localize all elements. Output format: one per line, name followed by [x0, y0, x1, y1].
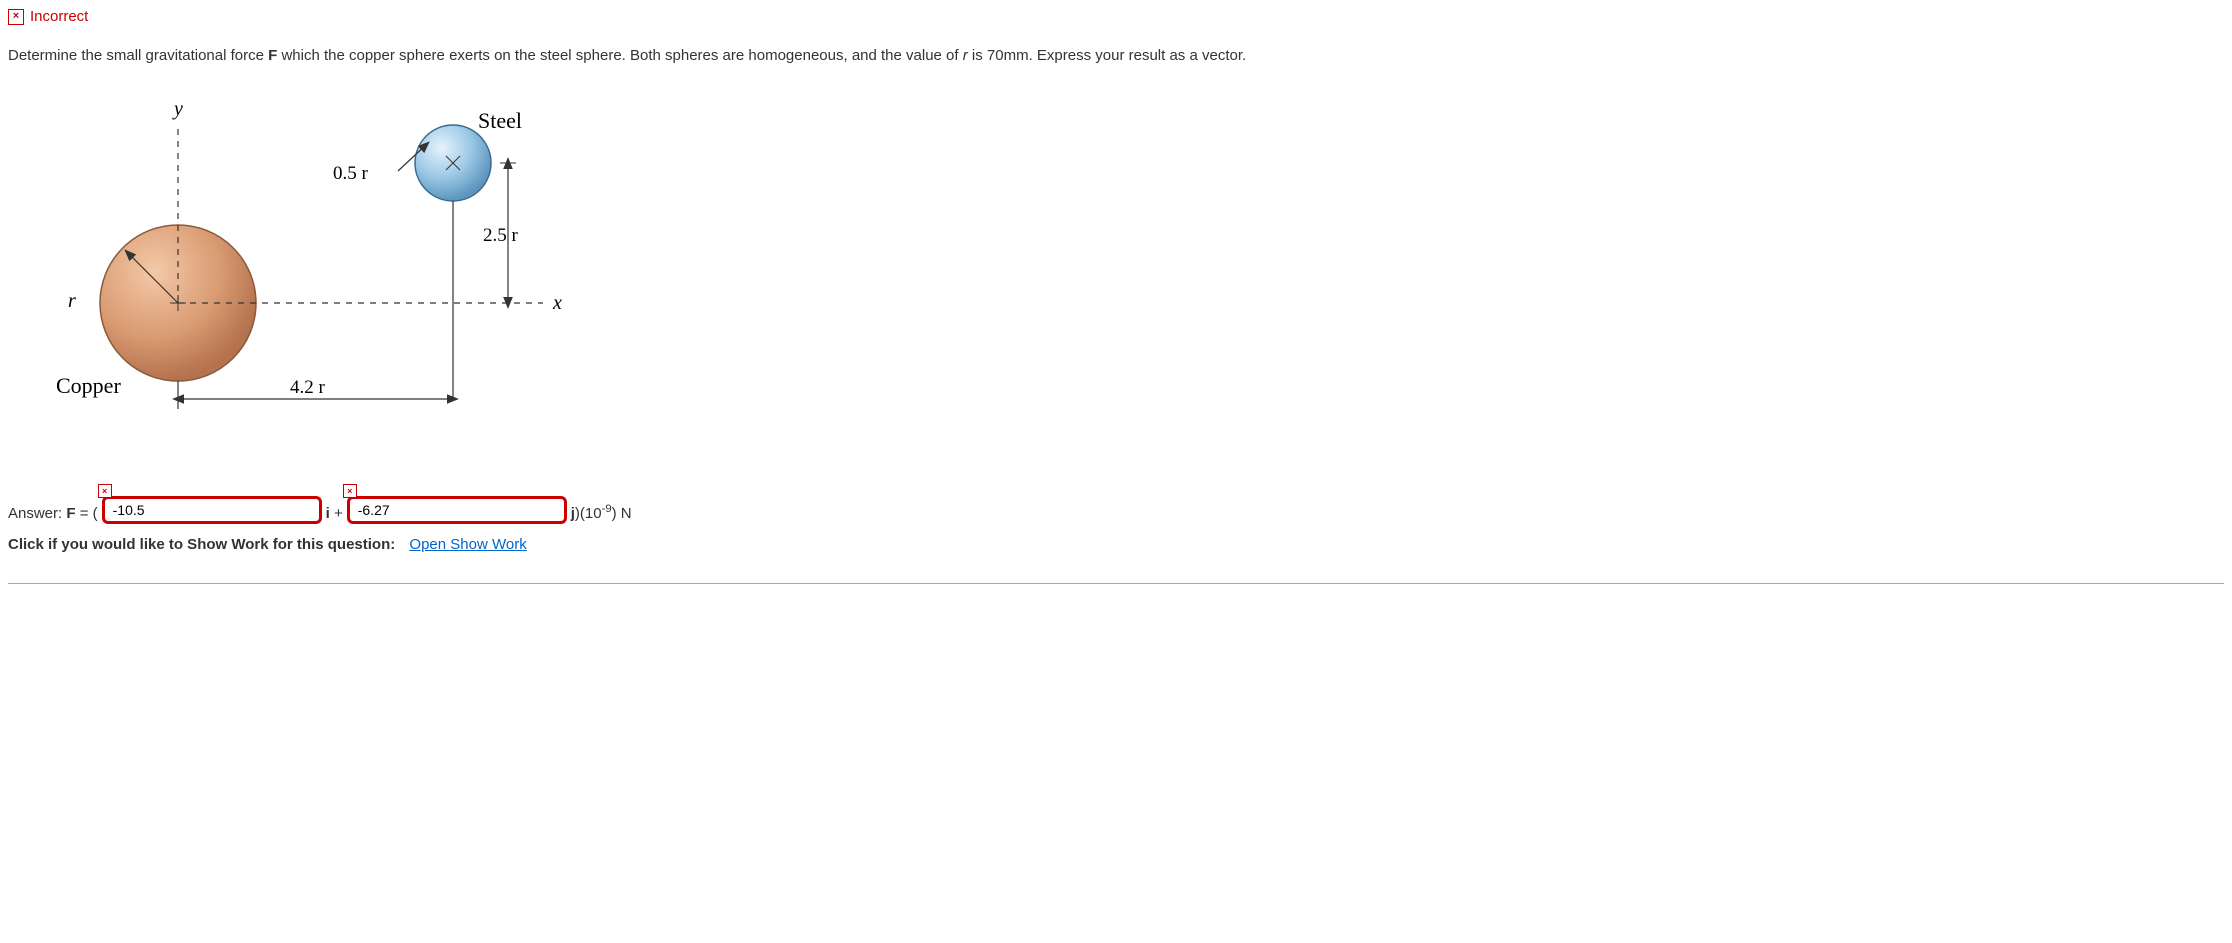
open-show-work-link[interactable]: Open Show Work	[409, 536, 526, 553]
input-2-wrap: ×	[347, 496, 567, 524]
status-text: Incorrect	[30, 8, 88, 25]
answer-equals: = (	[76, 505, 98, 522]
r-label: r	[68, 290, 76, 312]
diagram: y x r Copper Steel 0.5 r 2.5 r 4.2 r	[28, 93, 2224, 456]
answer-input-i[interactable]	[102, 496, 322, 524]
dim-05r: 0.5 r	[333, 163, 369, 184]
status-line: × Incorrect	[8, 8, 2224, 25]
dim-25r: 2.5 r	[483, 225, 519, 246]
answer-row: Answer: F = ( × i + × j)(10-9) N	[8, 496, 2224, 524]
question-bold-F: F	[268, 47, 277, 64]
answer-F: F	[66, 505, 75, 522]
question-part2: which the copper sphere exerts on the st…	[277, 47, 962, 64]
unit-i: i +	[326, 505, 343, 524]
input-1-incorrect-icon: ×	[98, 484, 112, 498]
plus-sign: +	[330, 505, 343, 522]
question-part3: is 70mm. Express your result as a vector…	[968, 47, 1246, 64]
dim-42r: 4.2 r	[290, 377, 326, 398]
y-axis-label: y	[172, 98, 183, 120]
divider	[8, 583, 2224, 584]
question-text: Determine the small gravitational force …	[8, 45, 2224, 68]
answer-prefix: Answer:	[8, 505, 66, 522]
steel-label: Steel	[478, 108, 522, 133]
incorrect-icon: ×	[8, 9, 24, 25]
show-work-prompt: Click if you would like to Show Work for…	[8, 536, 395, 553]
show-work-row: Click if you would like to Show Work for…	[8, 536, 2224, 553]
unit-suffix: j)(10-9) N	[571, 503, 632, 524]
question-part1: Determine the small gravitational force	[8, 47, 268, 64]
input-1-wrap: ×	[102, 496, 322, 524]
x-axis-label: x	[552, 292, 562, 314]
copper-label: Copper	[56, 373, 121, 398]
answer-input-j[interactable]	[347, 496, 567, 524]
answer-label: Answer: F = (	[8, 505, 98, 524]
spheres-diagram-svg: y x r Copper Steel 0.5 r 2.5 r 4.2 r	[28, 93, 588, 453]
input-2-incorrect-icon: ×	[343, 484, 357, 498]
suffix-open: )(10	[575, 505, 602, 522]
suffix-exp: -9	[602, 503, 612, 515]
suffix-close: ) N	[612, 505, 632, 522]
